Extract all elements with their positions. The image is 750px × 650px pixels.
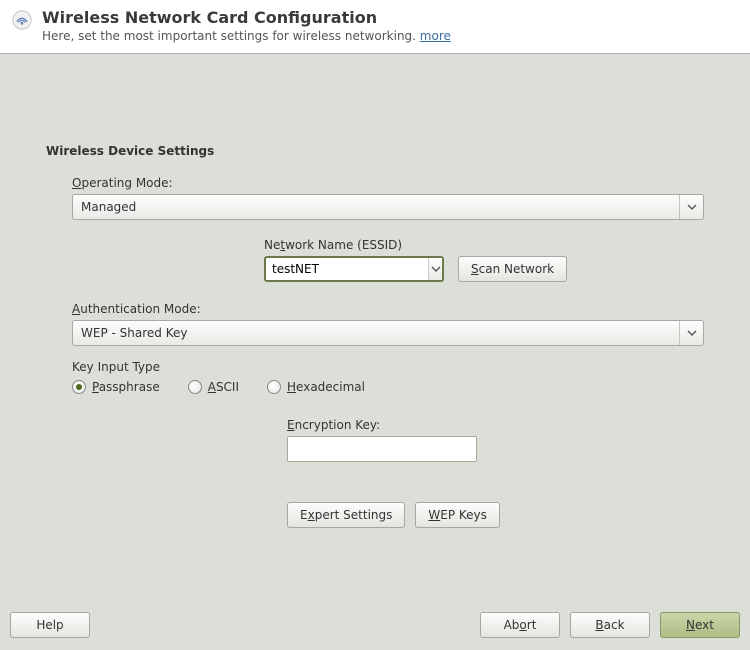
help-button[interactable]: Help	[10, 612, 90, 638]
page-subtitle: Here, set the most important settings fo…	[42, 29, 451, 43]
page-title: Wireless Network Card Configuration	[42, 8, 451, 27]
back-button[interactable]: Back	[570, 612, 650, 638]
wep-keys-button[interactable]: WEP Keys	[415, 502, 500, 528]
more-link[interactable]: more	[420, 29, 451, 43]
expert-settings-button[interactable]: Expert Settings	[287, 502, 405, 528]
auth-mode-select[interactable]: WEP - Shared Key	[72, 320, 704, 346]
chevron-down-icon	[679, 321, 703, 345]
operating-mode-select[interactable]: Managed	[72, 194, 704, 220]
header-text: Wireless Network Card Configuration Here…	[42, 8, 451, 43]
radio-dot-icon	[267, 380, 281, 394]
key-input-type-group: Passphrase ASCII Hexadecimal	[72, 380, 704, 394]
encryption-key-label: Encryption Key:	[287, 418, 704, 432]
radio-passphrase[interactable]: Passphrase	[72, 380, 160, 394]
next-button[interactable]: Next	[660, 612, 740, 638]
essid-input[interactable]	[266, 258, 428, 280]
key-input-type-label: Key Input Type	[72, 360, 704, 374]
scan-network-button[interactable]: Scan Network	[458, 256, 567, 282]
encryption-key-group: Encryption Key:	[287, 418, 704, 462]
operating-mode-value: Managed	[81, 200, 136, 214]
content: Wireless Device Settings Operating Mode:…	[0, 54, 750, 528]
essid-combobox[interactable]	[264, 256, 444, 282]
encryption-key-input[interactable]	[287, 436, 477, 462]
header: Wireless Network Card Configuration Here…	[0, 0, 750, 54]
wireless-icon	[12, 10, 32, 30]
advanced-buttons: Expert Settings WEP Keys	[287, 502, 704, 528]
operating-mode-label: Operating Mode:	[72, 176, 704, 190]
section-title: Wireless Device Settings	[46, 144, 704, 158]
radio-hexadecimal[interactable]: Hexadecimal	[267, 380, 365, 394]
abort-button[interactable]: Abort	[480, 612, 560, 638]
radio-dot-icon	[188, 380, 202, 394]
essid-label: Network Name (ESSID)	[264, 238, 684, 252]
footer: Help Abort Back Next	[0, 600, 750, 650]
auth-mode-label: Authentication Mode:	[72, 302, 704, 316]
chevron-down-icon	[679, 195, 703, 219]
chevron-down-icon[interactable]	[428, 258, 442, 280]
radio-dot-icon	[72, 380, 86, 394]
radio-ascii[interactable]: ASCII	[188, 380, 239, 394]
auth-mode-value: WEP - Shared Key	[81, 326, 187, 340]
